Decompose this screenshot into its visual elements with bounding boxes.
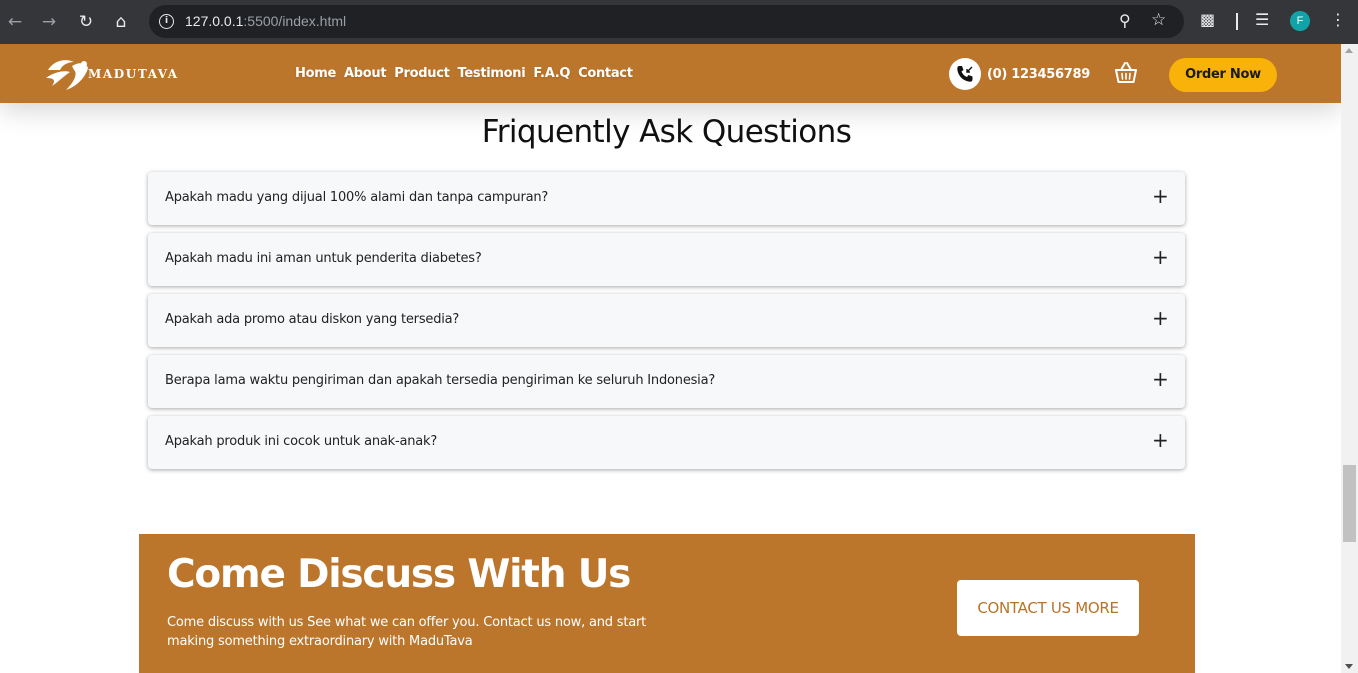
bee-logo-icon <box>46 60 88 90</box>
reload-icon[interactable]: ↻ <box>73 9 99 35</box>
nav-about[interactable]: About <box>344 66 387 81</box>
faq-question: Apakah madu yang dijual 100% alami dan t… <box>165 190 549 205</box>
url-text[interactable]: 127.0.0.1:5500/index.html <box>185 13 346 29</box>
profile-avatar[interactable]: F <box>1290 11 1310 31</box>
plus-icon[interactable]: + <box>1152 306 1169 330</box>
page-viewport: MADUTAVA Home About Product Testimoni F.… <box>0 44 1341 673</box>
scroll-down-icon[interactable] <box>1345 664 1353 669</box>
bookmark-star-icon[interactable]: ☆ <box>1151 10 1166 30</box>
nav-contact[interactable]: Contact <box>578 66 633 81</box>
url-host: 127.0.0.1 <box>185 13 244 29</box>
plus-icon[interactable]: + <box>1152 184 1169 208</box>
zoom-icon[interactable]: ⚲ <box>1119 11 1131 30</box>
site-info-icon[interactable]: i <box>159 14 174 29</box>
faq-list: Apakah madu yang dijual 100% alami dan t… <box>148 172 1185 477</box>
faq-item[interactable]: Apakah madu ini aman untuk penderita dia… <box>148 233 1185 286</box>
faq-question: Berapa lama waktu pengiriman dan apakah … <box>165 373 716 388</box>
forward-icon[interactable]: → <box>36 9 62 35</box>
nav-testimoni[interactable]: Testimoni <box>458 66 526 81</box>
faq-item[interactable]: Apakah ada promo atau diskon yang tersed… <box>148 294 1185 347</box>
faq-question: Apakah produk ini cocok untuk anak-anak? <box>165 434 438 449</box>
cta-description: Come discuss with us See what we can off… <box>167 615 647 649</box>
phone-icon <box>949 58 981 90</box>
reading-list-icon[interactable]: ☰ <box>1255 10 1269 29</box>
faq-item[interactable]: Apakah produk ini cocok untuk anak-anak?… <box>148 416 1185 469</box>
contact-us-more-button[interactable]: CONTACT US MORE <box>957 580 1139 636</box>
nav-product[interactable]: Product <box>394 66 450 81</box>
browser-toolbar: ← → ↻ ⌂ i 127.0.0.1:5500/index.html ⚲ ☆ … <box>0 0 1358 44</box>
page-scrollbar[interactable] <box>1341 44 1358 673</box>
contact-cta-section: Come Discuss With Us Come discuss with u… <box>139 534 1195 673</box>
scrollbar-thumb[interactable] <box>1343 465 1356 542</box>
nav-faq[interactable]: F.A.Q <box>533 66 570 81</box>
plus-icon[interactable]: + <box>1152 245 1169 269</box>
brand-name: MADUTAVA <box>88 67 179 81</box>
plus-icon[interactable]: + <box>1152 428 1169 452</box>
faq-item[interactable]: Berapa lama waktu pengiriman dan apakah … <box>148 355 1185 408</box>
order-now-button[interactable]: Order Now <box>1169 58 1277 92</box>
address-bar[interactable]: i 127.0.0.1:5500/index.html ⚲ ☆ <box>149 5 1184 38</box>
faq-question: Apakah ada promo atau diskon yang tersed… <box>165 312 460 327</box>
shopping-basket-icon[interactable] <box>1113 61 1139 85</box>
faq-question: Apakah madu ini aman untuk penderita dia… <box>165 251 482 266</box>
scroll-up-icon[interactable] <box>1345 48 1353 53</box>
nav-home[interactable]: Home <box>295 66 336 81</box>
main-nav: Home About Product Testimoni F.A.Q Conta… <box>295 66 641 81</box>
toolbar-divider <box>1236 13 1238 30</box>
back-icon[interactable]: ← <box>2 9 28 35</box>
faq-item[interactable]: Apakah madu yang dijual 100% alami dan t… <box>148 172 1185 225</box>
plus-icon[interactable]: + <box>1152 367 1169 391</box>
faq-title: Friquently Ask Questions <box>481 114 852 150</box>
site-header: MADUTAVA Home About Product Testimoni F.… <box>0 44 1341 103</box>
url-path: :5500/index.html <box>243 13 347 29</box>
extensions-icon[interactable]: ▩ <box>1200 10 1215 29</box>
menu-kebab-icon[interactable]: ⋮ <box>1330 10 1346 29</box>
home-icon[interactable]: ⌂ <box>108 9 134 35</box>
phone-number: (0) 123456789 <box>987 66 1090 82</box>
phone-contact[interactable]: (0) 123456789 <box>949 58 1090 90</box>
cta-title: Come Discuss With Us <box>167 552 631 597</box>
brand-logo[interactable]: MADUTAVA <box>44 56 179 92</box>
